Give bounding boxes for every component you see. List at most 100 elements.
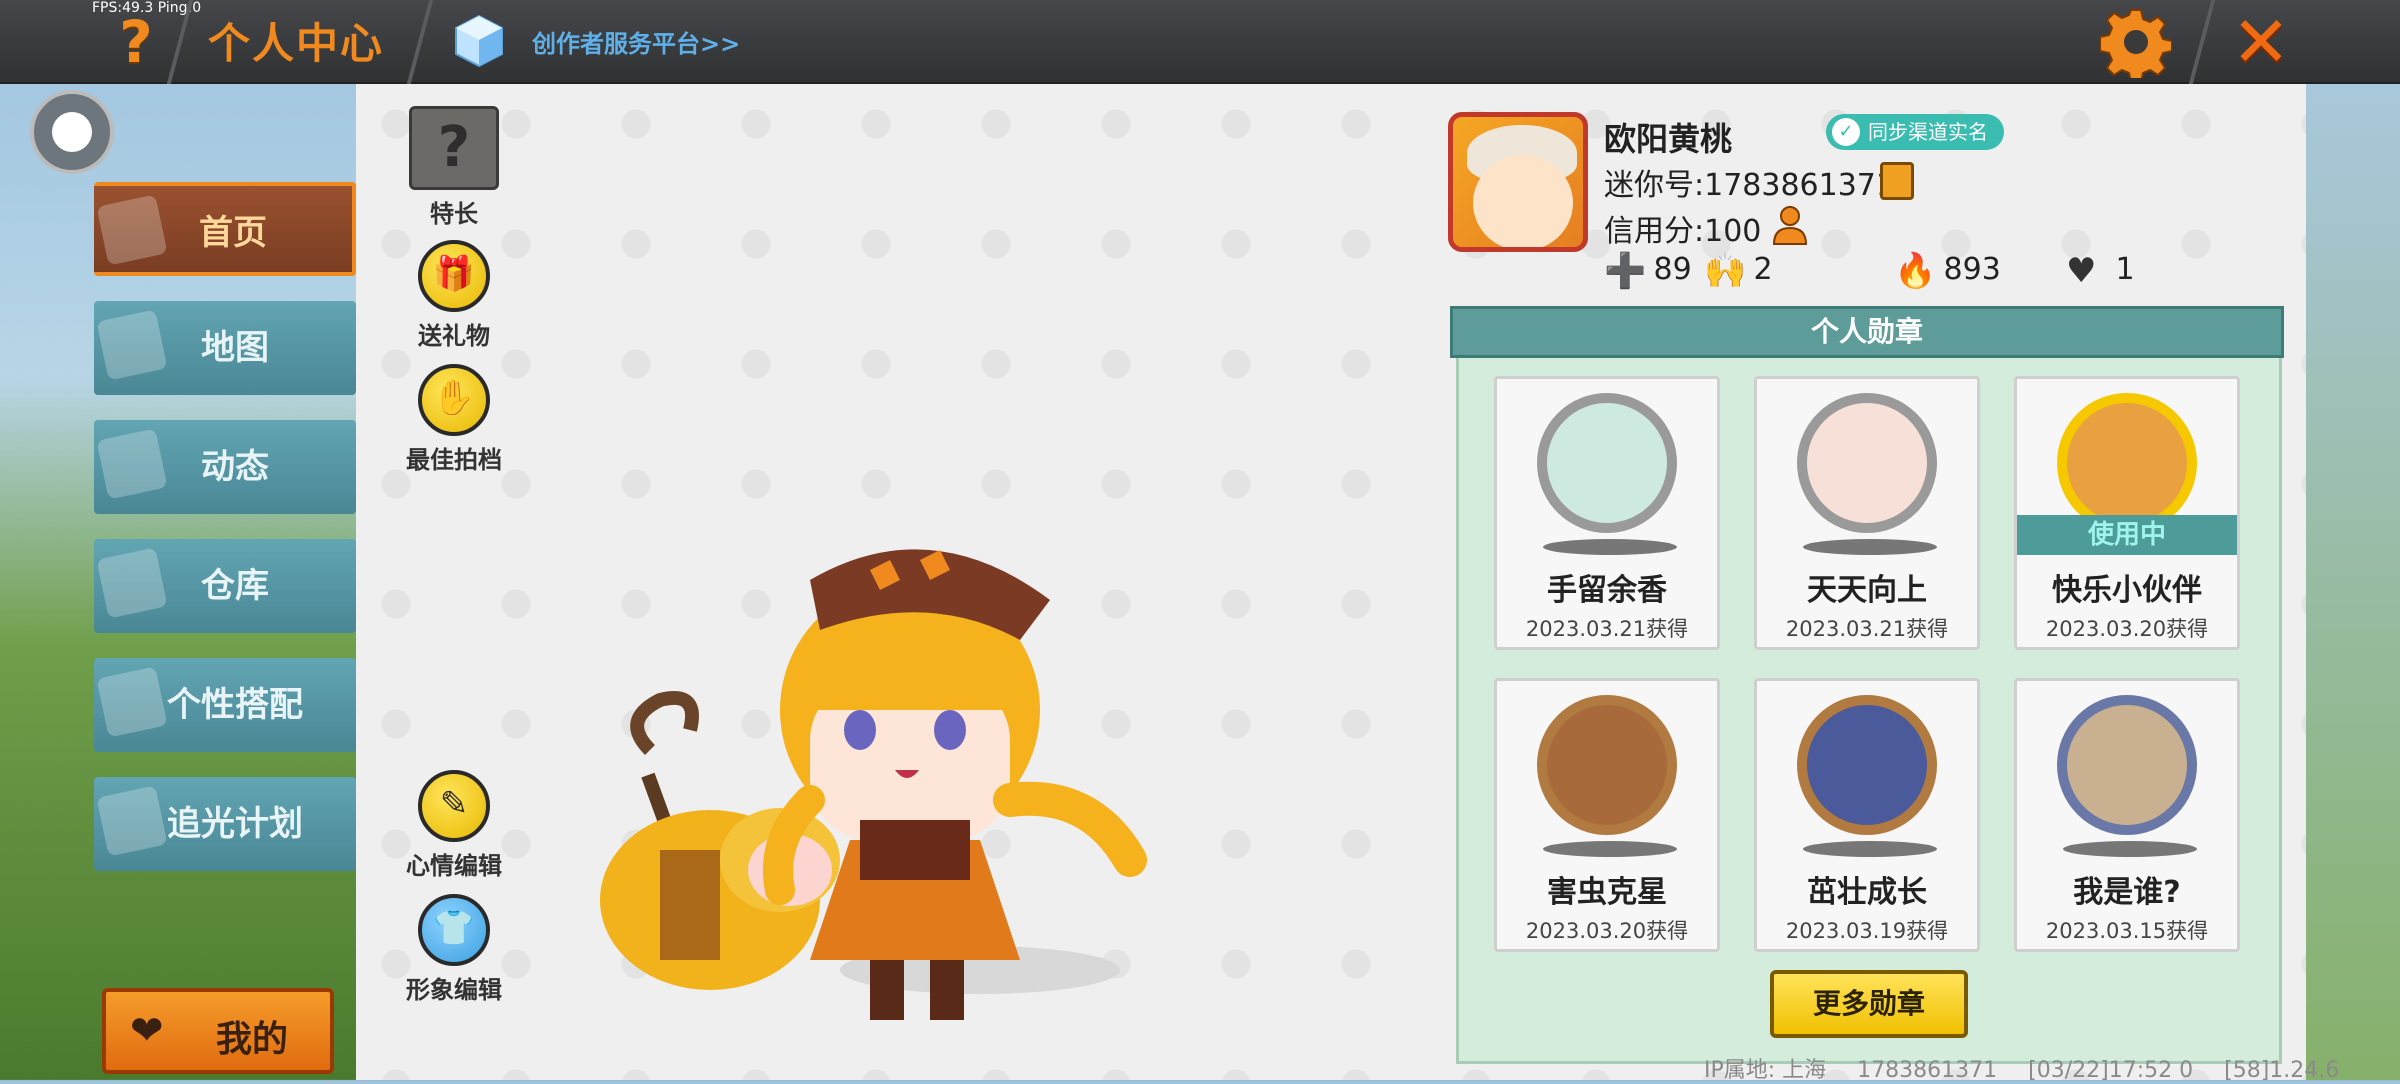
medal-icon <box>1537 695 1677 835</box>
medal-card[interactable]: 手留余香 2023.03.21获得 <box>1494 376 1720 650</box>
medal-date: 2023.03.20获得 <box>2045 617 2209 641</box>
sidebar-item-label: 首页 <box>199 213 267 253</box>
person-check-icon: ✓ <box>1832 118 1860 146</box>
sidebar-item-label: 个性搭配 <box>167 685 303 725</box>
gear-icon[interactable] <box>2100 6 2172 78</box>
friends-count: 89 <box>1653 252 1692 287</box>
sidebar-item-outfit[interactable]: 个性搭配 <box>94 658 356 752</box>
mine-button[interactable]: ❤ 我的 <box>102 988 334 1074</box>
medal-icon <box>2057 393 2197 533</box>
fans-stat[interactable]: 🙌 2 <box>1704 248 1773 292</box>
friends-stat[interactable]: ➕ 89 <box>1604 248 1692 292</box>
medal-name: 手留余香 <box>1547 573 1667 608</box>
footer-uid: 1783861371 <box>1857 1058 1998 1083</box>
send-gift-label: 送礼物 <box>418 322 490 350</box>
medal-card[interactable]: 使用中 快乐小伙伴 2023.03.20获得 <box>2014 376 2240 650</box>
sidebar-item-spotlight[interactable]: 追光计划 <box>94 777 356 871</box>
sidebar: 首页 地图 动态 仓库 个性搭配 追光计划 <box>94 182 356 896</box>
sidebar-item-home[interactable]: 首页 <box>94 182 356 276</box>
creator-platform-link[interactable]: 创作者服务平台>> <box>532 24 740 59</box>
sidebar-item-map[interactable]: 地图 <box>94 301 356 395</box>
credit-score: 信用分:100 <box>1604 214 1762 249</box>
sidebar-item-label: 地图 <box>201 328 269 368</box>
medal-card[interactable]: 我是谁? 2023.03.15获得 <box>2014 678 2240 952</box>
popularity-stat: 🔥 893 <box>1894 248 2001 292</box>
nickname: 欧阳黄桃 <box>1604 120 1733 158</box>
medal-date: 2023.03.15获得 <box>2045 919 2209 943</box>
sync-real-name-badge[interactable]: ✓ 同步渠道实名 <box>1826 114 2004 150</box>
more-medals-button[interactable]: 更多勋章 <box>1770 970 1968 1038</box>
page-title: 个人中心 <box>208 19 385 68</box>
medal-icon <box>1797 695 1937 835</box>
appearance-edit-label: 形象编辑 <box>406 976 502 1004</box>
fans-icon: 🙌 <box>1704 250 1747 291</box>
footer-version: [58]1.24.6 <box>2224 1058 2340 1083</box>
fans-count: 2 <box>1753 252 1773 287</box>
background-scenery <box>2306 84 2400 1080</box>
in-use-badge: 使用中 <box>2017 515 2237 555</box>
sidebar-item-label: 动态 <box>201 447 269 487</box>
specialty-button[interactable]: ? 特长 <box>394 106 514 229</box>
best-partner-label: 最佳拍档 <box>406 446 502 474</box>
sidebar-item-label: 追光计划 <box>167 804 303 844</box>
send-gift-button[interactable]: 🎁 送礼物 <box>394 240 514 351</box>
add-friend-icon: ➕ <box>1604 250 1647 291</box>
heart-icon: ❤ <box>130 1008 164 1054</box>
flame-icon: 🔥 <box>1894 250 1937 291</box>
sidebar-item-label: 仓库 <box>201 566 269 606</box>
mood-edit-label: 心情编辑 <box>406 852 502 880</box>
mine-label: 我的 <box>216 1019 289 1060</box>
medal-icon <box>1537 393 1677 533</box>
medal-date: 2023.03.21获得 <box>1785 617 1949 641</box>
best-partner-button[interactable]: ✋ 最佳拍档 <box>394 364 514 475</box>
medal-shadow <box>1803 539 1937 555</box>
likes-stat: ♥ 1 <box>2066 248 2135 292</box>
handshake-icon: ✋ <box>418 364 490 436</box>
specialty-label: 特长 <box>430 200 478 228</box>
medal-name: 天天向上 <box>1807 573 1927 608</box>
record-button[interactable] <box>30 90 114 174</box>
appearance-edit-button[interactable]: 👕 形象编辑 <box>394 894 514 1005</box>
sidebar-item-warehouse[interactable]: 仓库 <box>94 539 356 633</box>
medal-card[interactable]: 害虫克星 2023.03.20获得 <box>1494 678 1720 952</box>
medal-date: 2023.03.20获得 <box>1525 919 1689 943</box>
gift-icon: 🎁 <box>418 240 490 312</box>
pencil-icon: ✎ <box>418 770 490 842</box>
medal-card[interactable]: 天天向上 2023.03.21获得 <box>1754 376 1980 650</box>
footer-info: IP属地: 上海 1783861371 [03/22]17:52 0 [58]1… <box>1704 1052 2363 1084</box>
ip-location: IP属地: 上海 <box>1704 1058 1827 1083</box>
medal-shadow <box>1803 841 1937 857</box>
medal-icon <box>1797 393 1937 533</box>
medals-header: 个人勋章 <box>1450 306 2284 358</box>
sidebar-item-feed[interactable]: 动态 <box>94 420 356 514</box>
medal-name: 我是谁? <box>2073 875 2181 910</box>
medal-date: 2023.03.21获得 <box>1525 617 1689 641</box>
credit-info-icon[interactable] <box>1770 204 1814 248</box>
medal-icon <box>2057 695 2197 835</box>
question-icon: ? <box>409 106 499 190</box>
sync-badge-label: 同步渠道实名 <box>1868 120 1988 144</box>
medal-card[interactable]: 茁壮成长 2023.03.19获得 <box>1754 678 1980 952</box>
avatar-face <box>1473 155 1573 247</box>
outfit-icon: 👕 <box>418 894 490 966</box>
popularity-count: 893 <box>1943 252 2001 287</box>
likes-count: 1 <box>2115 252 2135 287</box>
top-bar: FPS:49.3 Ping:0 ? 个人中心 创作者服务平台>> ✕ <box>0 0 2400 84</box>
divider <box>2188 0 2216 84</box>
footer-timestamp: [03/22]17:52 0 <box>2028 1058 2194 1083</box>
player-character[interactable] <box>580 520 1220 1060</box>
copy-icon[interactable] <box>1880 162 1914 200</box>
medal-name: 快乐小伙伴 <box>2052 573 2202 608</box>
mood-edit-button[interactable]: ✎ 心情编辑 <box>394 770 514 881</box>
cube-icon[interactable] <box>454 14 504 68</box>
avatar[interactable] <box>1448 112 1588 252</box>
medal-shadow <box>2063 841 2197 857</box>
help-button[interactable]: ? <box>108 8 164 76</box>
medal-date: 2023.03.19获得 <box>1785 919 1949 943</box>
heart-icon: ♥ <box>2066 250 2097 291</box>
medal-shadow <box>1543 841 1677 857</box>
divider <box>406 0 434 84</box>
medal-shadow <box>1543 539 1677 555</box>
medal-name: 茁壮成长 <box>1807 875 1927 910</box>
close-button[interactable]: ✕ <box>2226 6 2296 78</box>
